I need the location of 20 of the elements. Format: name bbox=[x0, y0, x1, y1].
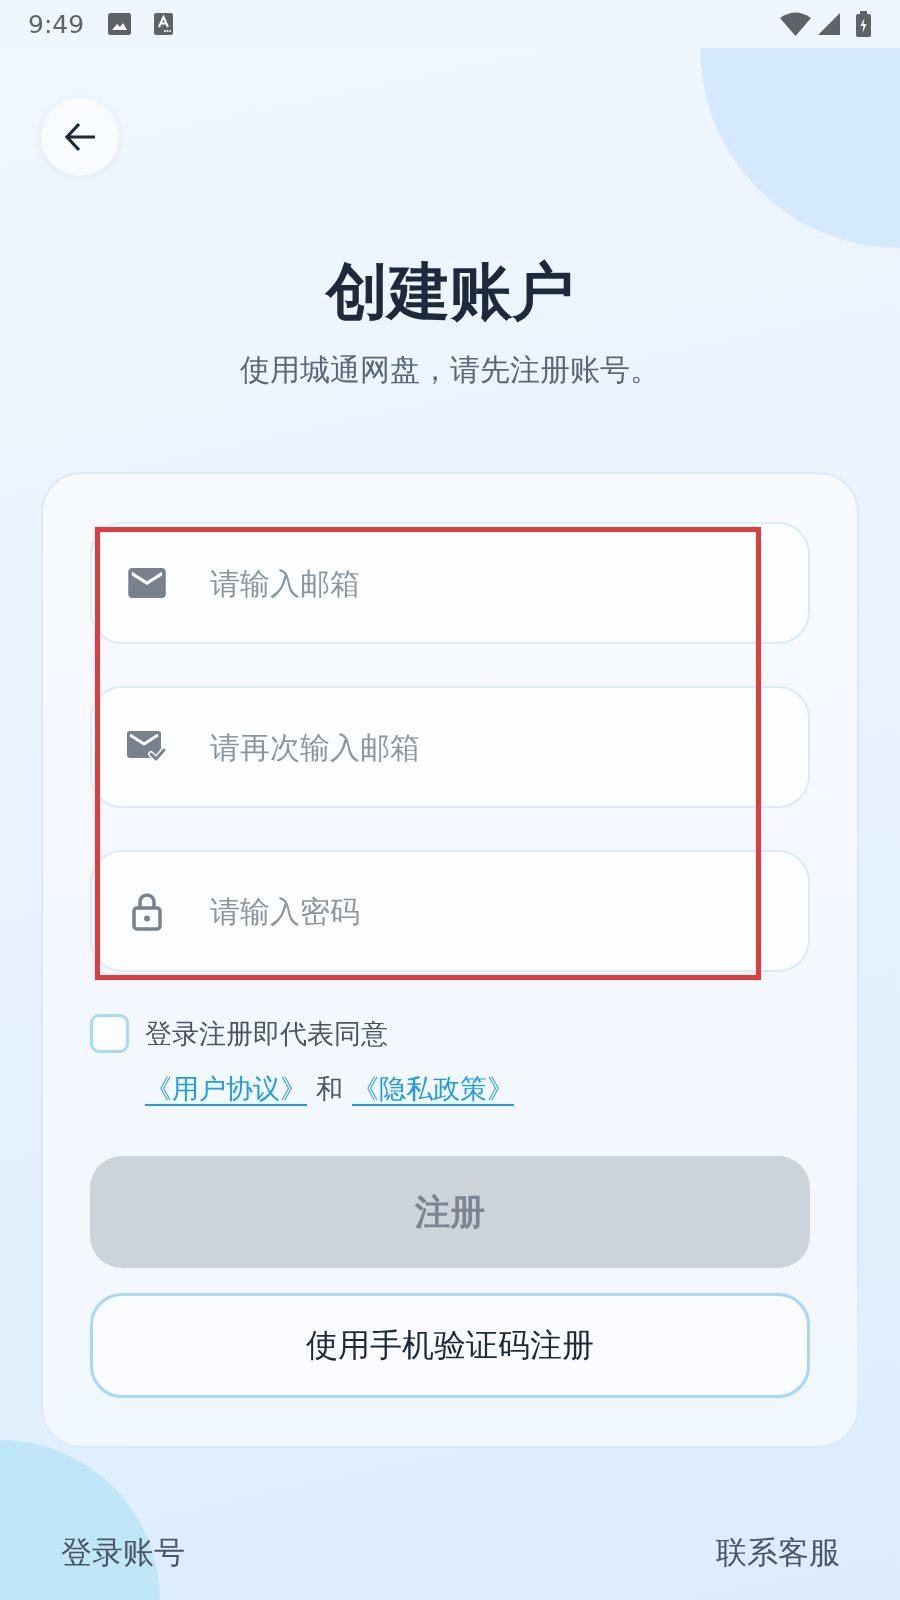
battery-charging-icon bbox=[856, 11, 871, 37]
page-title: 创建账户 bbox=[326, 254, 574, 330]
signal-icon bbox=[818, 13, 840, 35]
wifi-icon bbox=[780, 12, 811, 36]
phone-register-button[interactable]: 使用手机验证码注册 bbox=[90, 1293, 810, 1398]
agreement-text: 登录注册即代表同意 bbox=[145, 1017, 389, 1051]
agreement-checkbox[interactable] bbox=[90, 1014, 129, 1053]
letter-a-icon bbox=[154, 13, 174, 35]
password-field[interactable]: 请输入密码 bbox=[90, 850, 810, 972]
conjunction-text: 和 bbox=[316, 1072, 343, 1106]
image-icon bbox=[108, 13, 132, 35]
customer-service-link[interactable]: 联系客服 bbox=[716, 1532, 840, 1572]
email-field[interactable]: 请输入邮箱 bbox=[90, 522, 810, 644]
login-link[interactable]: 登录账号 bbox=[61, 1532, 185, 1572]
back-arrow-icon bbox=[64, 121, 96, 153]
status-time: 9:49 bbox=[28, 9, 85, 39]
lock-icon bbox=[132, 891, 162, 931]
page-subtitle: 使用城通网盘，请先注册账号。 bbox=[240, 351, 660, 389]
envelope-check-icon bbox=[127, 730, 167, 764]
confirm-email-field[interactable]: 请再次输入邮箱 bbox=[90, 686, 810, 808]
